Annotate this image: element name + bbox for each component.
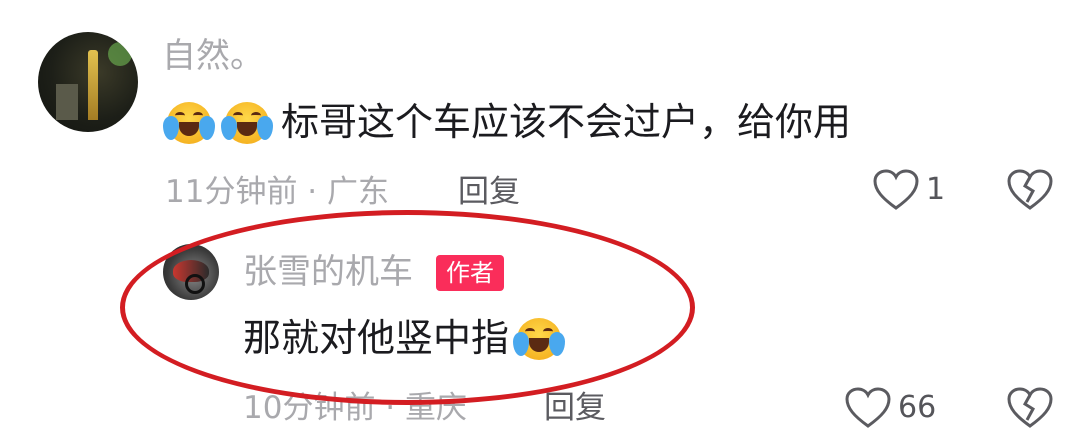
comment-reply-button[interactable]: 回复 — [458, 172, 520, 212]
comment-like-count: 1 — [926, 172, 946, 207]
avatar-glow — [108, 42, 132, 66]
reply-like-count: 66 — [898, 390, 937, 425]
crying-laughing-emoji — [513, 314, 566, 362]
reply-username[interactable]: 张雪的机车 — [243, 252, 413, 292]
comment-thread: 自然。 标哥这个车应该不会过户，给你用 11分钟前 · 广东 回复 1 张雪的机… — [0, 0, 1080, 441]
crying-laughing-emoji — [221, 98, 273, 146]
reply-time-location: 10分钟前 · 重庆 — [243, 390, 468, 426]
avatar-wheel — [185, 274, 205, 294]
avatar[interactable] — [38, 32, 138, 132]
highlight-ring-annotation — [120, 210, 695, 405]
avatar-building — [56, 84, 78, 120]
broken-heart-icon[interactable] — [1006, 386, 1054, 430]
comment-text-row: 标哥这个车应该不会过户，给你用 — [163, 98, 852, 146]
comment-text: 标哥这个车应该不会过户，给你用 — [281, 100, 852, 144]
author-badge: 作者 — [436, 255, 504, 291]
reply-avatar[interactable] — [163, 244, 219, 300]
avatar-tower — [88, 50, 98, 120]
heart-outline-icon[interactable] — [844, 386, 892, 430]
reply-reply-button[interactable]: 回复 — [544, 388, 606, 428]
heart-outline-icon[interactable] — [872, 168, 920, 212]
reply-text: 那就对他竖中指 — [243, 316, 510, 360]
comment-time-location: 11分钟前 · 广东 — [165, 174, 390, 210]
reply-text-row: 那就对他竖中指 — [243, 314, 573, 362]
broken-heart-icon[interactable] — [1006, 168, 1054, 212]
crying-laughing-emoji — [163, 98, 215, 146]
comment-username[interactable]: 自然。 — [162, 36, 264, 76]
